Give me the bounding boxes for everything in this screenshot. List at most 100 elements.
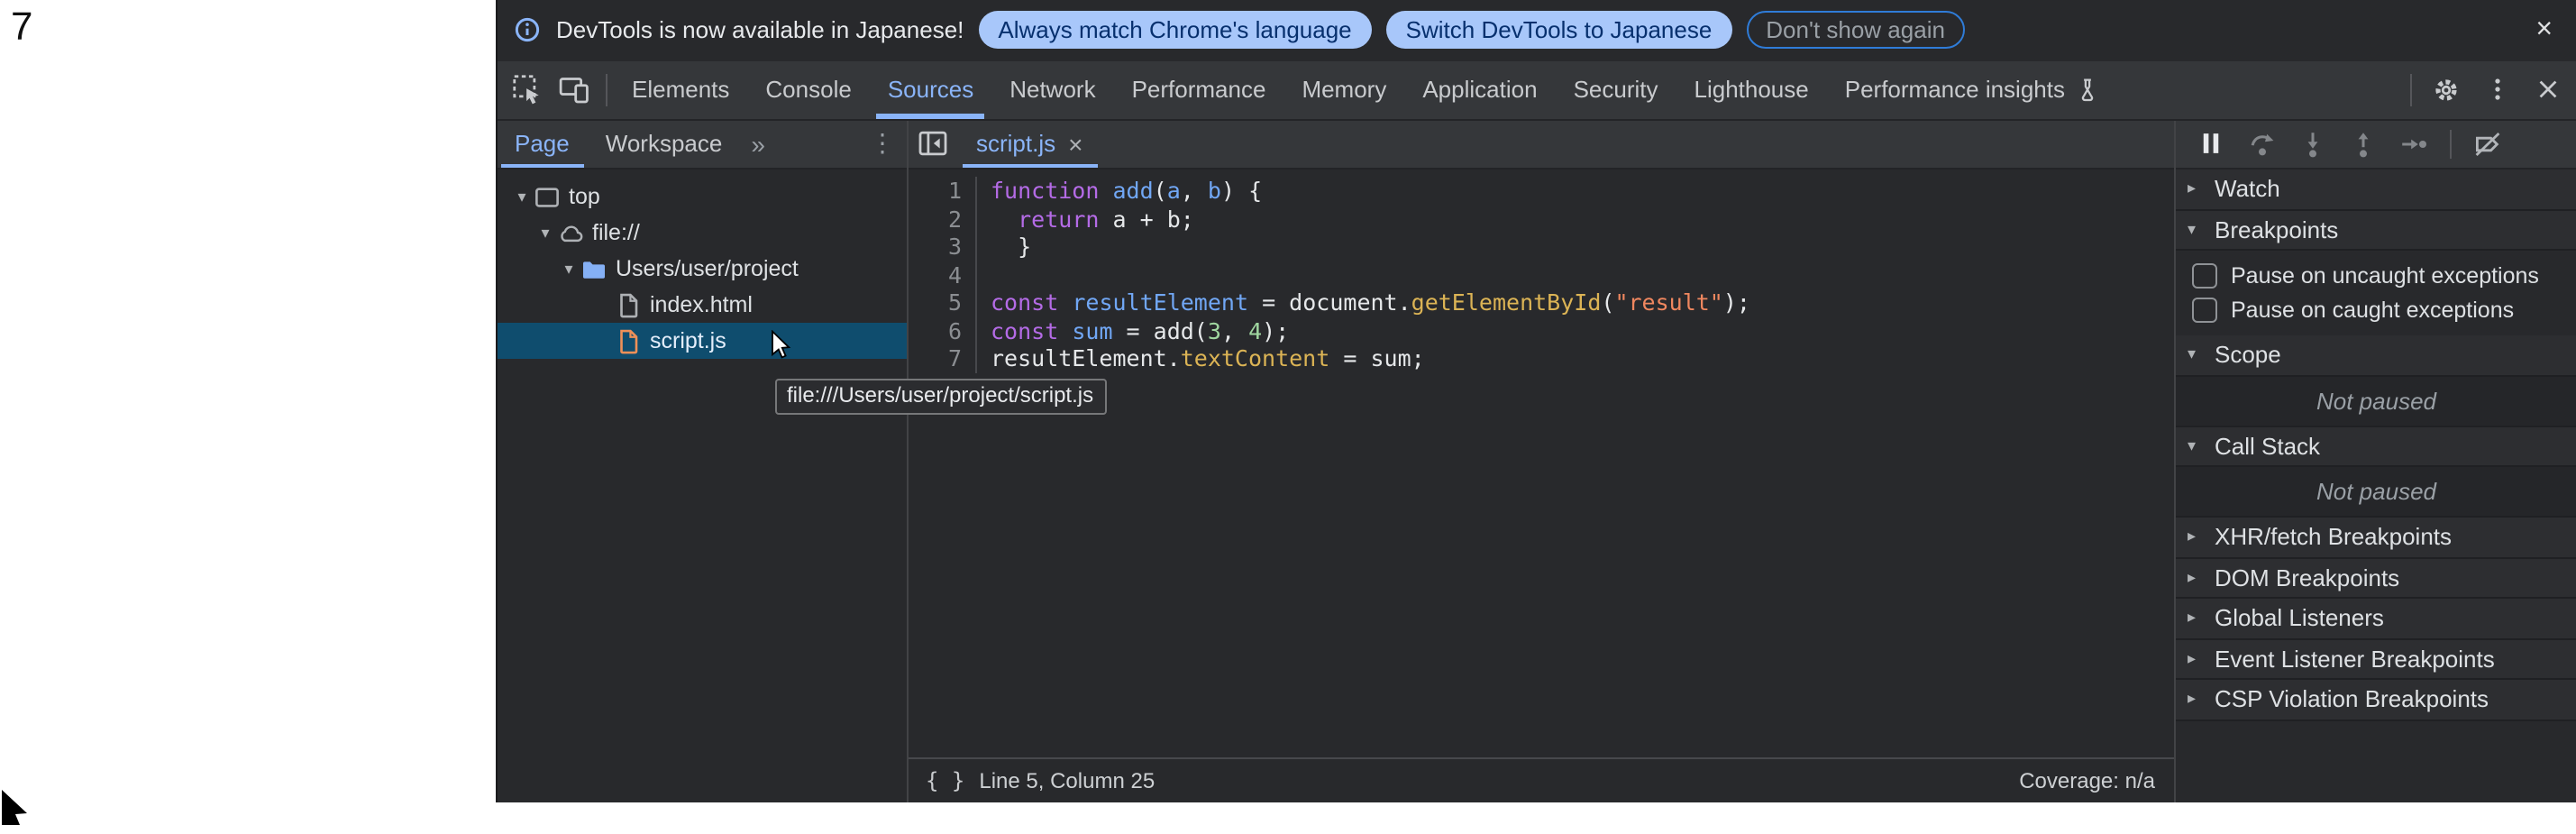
infobar-message: DevTools is now available in Japanese! [556, 17, 964, 44]
checkbox-box[interactable] [2191, 298, 2216, 324]
tree-item-index-html[interactable]: index.html [497, 287, 906, 323]
deactivate-breakpoints-icon[interactable] [2465, 124, 2508, 164]
tab-page[interactable]: Page [497, 120, 588, 168]
code-token: function [991, 177, 1099, 204]
device-toolbar-icon[interactable] [551, 66, 598, 113]
devtools-window: DevTools is now available in Japanese! A… [495, 0, 2576, 802]
code-line-text: const resultElement = document.getElemen… [976, 289, 1750, 316]
kebab-menu-icon[interactable] [2473, 66, 2520, 113]
tree-item-file[interactable]: ▾file:// [497, 215, 906, 251]
tab-network[interactable]: Network [991, 60, 1113, 118]
tab-security[interactable]: Security [1556, 60, 1676, 118]
code-line-text: const sum = add(3, 4); [976, 316, 1289, 344]
section-call-stack[interactable]: ▾Call Stack [2175, 426, 2576, 467]
section-watch[interactable]: ▸Watch [2175, 170, 2576, 210]
line-number[interactable]: 6 [908, 316, 976, 344]
code-line-text: resultElement.textContent = sum; [976, 344, 1425, 372]
code-editor[interactable]: 1function add(a, b) {2 return a + b;3 }4… [908, 170, 2173, 757]
tab-application[interactable]: Application [1404, 60, 1555, 118]
step-out-icon[interactable] [2341, 124, 2384, 164]
tab-performance-insights[interactable]: Performance insights [1827, 60, 2117, 118]
tree-item-top[interactable]: ▾ top [497, 179, 906, 215]
tab-label: Lighthouse [1694, 76, 1809, 103]
inspect-icon[interactable] [504, 66, 551, 113]
navigator-menu-icon[interactable]: ⋮ [859, 129, 906, 160]
line-number[interactable]: 5 [908, 289, 976, 316]
info-icon [513, 7, 542, 54]
triangle-right-icon: ▸ [2188, 690, 2206, 710]
tab-label: Application [1422, 76, 1537, 103]
code-token: const [991, 316, 1058, 344]
checkbox-pause-on-caught-exceptions[interactable]: Pause on caught exceptions [2175, 293, 2576, 328]
tab-close-icon[interactable]: × [1068, 130, 1082, 159]
section-event-listener-breakpoints[interactable]: ▸Event Listener Breakpoints [2175, 639, 2576, 680]
section-scope[interactable]: ▾Scope [2175, 335, 2576, 376]
tab-console[interactable]: Console [747, 60, 869, 118]
step-icon[interactable] [2391, 124, 2434, 164]
close-icon[interactable] [2524, 66, 2571, 113]
line-number[interactable]: 3 [908, 233, 976, 261]
section-csp-violation-breakpoints[interactable]: ▸ CSP Violation Breakpoints [2175, 680, 2576, 720]
section-label: DOM Breakpoints [2215, 564, 2399, 591]
expander-icon[interactable]: ▾ [534, 223, 556, 243]
code-token [1099, 177, 1112, 204]
code-token: = document. [1248, 289, 1411, 316]
editor-tab-bar: script.js × [908, 120, 2173, 170]
tree-item-label: top [569, 184, 600, 209]
code-token: , [1221, 316, 1248, 344]
more-tabs-icon[interactable]: » [740, 130, 776, 159]
tab-performance[interactable]: Performance [1114, 60, 1284, 118]
infobar-close-button[interactable]: × [2528, 16, 2560, 45]
tab-workspace[interactable]: Workspace [588, 120, 741, 168]
tree-item-users-user-project[interactable]: ▾Users/user/project [497, 251, 906, 287]
checkbox-label: Pause on caught exceptions [2231, 298, 2514, 324]
step-into-icon[interactable] [2290, 124, 2334, 164]
code-line: 7resultElement.textContent = sum; [908, 344, 2173, 372]
section-label: CSP Violation Breakpoints [2215, 686, 2489, 713]
tab-elements[interactable]: Elements [614, 60, 747, 118]
section-label: XHR/fetch Breakpoints [2215, 524, 2452, 551]
triangle-right-icon: ▸ [2188, 649, 2206, 669]
line-number[interactable]: 1 [908, 177, 976, 205]
code-token: , [1181, 177, 1208, 204]
infobar-button-don-t-show-again[interactable]: Don't show again [1746, 12, 1965, 50]
tree-item-label: script.js [650, 328, 726, 353]
tab-label: Elements [632, 76, 729, 103]
code-line-text: function add(a, b) { [976, 177, 1262, 205]
code-token: add [1113, 177, 1154, 204]
infobar-button-switch-devtools-to-japanese[interactable]: Switch DevTools to Japanese [1386, 12, 1732, 50]
infobar-button-always-match-chrome-s-language[interactable]: Always match Chrome's language [978, 12, 1371, 50]
language-infobar: DevTools is now available in Japanese! A… [497, 0, 2576, 60]
frame-icon [533, 183, 560, 210]
code-token: ); [1262, 316, 1289, 344]
editor-pane: script.js × 1function add(a, b) {2 retur… [908, 120, 2175, 802]
panel-left-icon[interactable] [908, 120, 958, 168]
line-number[interactable]: 2 [908, 205, 976, 233]
section-breakpoints[interactable]: ▾Breakpoints [2175, 210, 2576, 251]
triangle-right-icon: ▸ [2188, 568, 2206, 588]
pause-icon[interactable] [2189, 124, 2233, 164]
expander-icon[interactable]: ▾ [558, 259, 580, 279]
gear-icon[interactable] [2423, 66, 2470, 113]
toolbar-separator [2449, 130, 2451, 159]
tab-lighthouse[interactable]: Lighthouse [1676, 60, 1827, 118]
tab-sources[interactable]: Sources [870, 60, 991, 118]
code-token [1058, 289, 1072, 316]
checkbox-box[interactable] [2191, 263, 2216, 289]
section-dom-breakpoints[interactable]: ▸ DOM Breakpoints [2175, 558, 2576, 599]
line-number[interactable]: 7 [908, 344, 976, 372]
debugger-sections: ▸Watch▾Breakpoints Pause on uncaught exce… [2175, 170, 2576, 720]
editor-tab-scriptjs[interactable]: script.js × [958, 120, 1101, 168]
section-label: Global Listeners [2215, 605, 2384, 632]
checkbox-pause-on-uncaught-exceptions[interactable]: Pause on uncaught exceptions [2175, 258, 2576, 293]
section-global-listeners[interactable]: ▸Global Listeners [2175, 599, 2576, 639]
step-over-icon[interactable] [2240, 124, 2283, 164]
section-xhr-fetch-breakpoints[interactable]: ▸XHR/fetch Breakpoints [2175, 518, 2576, 558]
expander-icon[interactable]: ▾ [511, 187, 533, 206]
tab-memory[interactable]: Memory [1283, 60, 1404, 118]
tab-label: Performance insights [1845, 76, 2065, 103]
pretty-print-icon[interactable]: { } [926, 768, 964, 793]
line-number[interactable]: 4 [908, 261, 976, 289]
code-line: 6const sum = add(3, 4); [908, 316, 2173, 344]
tree-item-script-js[interactable]: script.js [497, 323, 906, 359]
